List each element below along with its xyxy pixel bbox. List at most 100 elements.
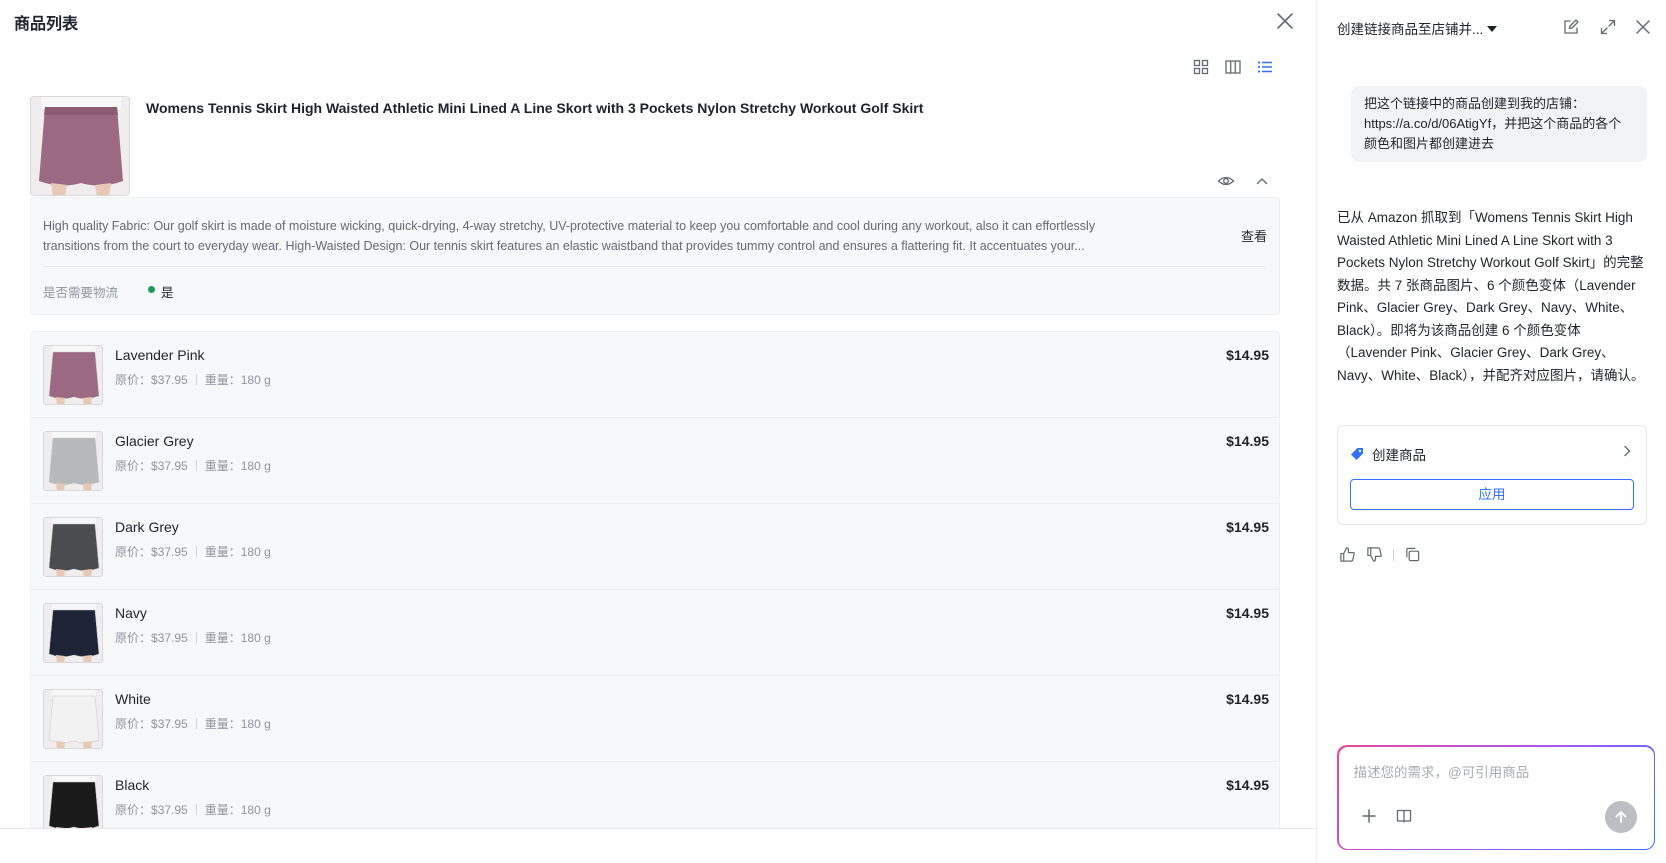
list-view-icon[interactable] bbox=[1256, 58, 1274, 76]
plus-icon[interactable] bbox=[1360, 807, 1378, 825]
send-button[interactable] bbox=[1604, 800, 1637, 833]
assistant-panel: 创建链接商品至店铺并... 把这个链接中的商品创建到我的店铺：https://a… bbox=[1316, 0, 1666, 863]
message-composer bbox=[1337, 745, 1655, 850]
create-product-header[interactable]: 创建商品 bbox=[1350, 444, 1426, 464]
eye-icon[interactable] bbox=[1217, 172, 1235, 190]
variant-image[interactable] bbox=[43, 517, 103, 577]
weight-value: 180 g bbox=[240, 631, 271, 645]
view-description-button[interactable]: 查看 bbox=[1241, 226, 1267, 245]
variant-meta: 原价：$37.95 重量：180 g bbox=[115, 629, 271, 646]
chevron-up-icon[interactable] bbox=[1253, 172, 1271, 190]
variant-price: $14.95 bbox=[1226, 605, 1269, 621]
variant-meta: 原价：$37.95 重量：180 g bbox=[115, 543, 271, 560]
product-list-panel: 商品列表 Womens Tennis Skirt High Waisted At… bbox=[0, 0, 1316, 863]
variant-row[interactable]: Lavender Pink 原价：$37.95 重量：180 g $14.95 bbox=[31, 332, 1279, 418]
skirt-image bbox=[44, 690, 102, 748]
variant-meta: 原价：$37.95 重量：180 g bbox=[115, 715, 271, 732]
copy-icon[interactable] bbox=[1404, 546, 1421, 563]
book-icon[interactable] bbox=[1395, 807, 1413, 825]
divider bbox=[195, 804, 197, 815]
variant-image[interactable] bbox=[43, 603, 103, 663]
variant-row[interactable]: Black 原价：$37.95 重量：180 g $14.95 bbox=[31, 762, 1279, 830]
original-price: $37.95 bbox=[151, 545, 188, 559]
page-title: 商品列表 bbox=[14, 16, 79, 33]
edit-icon[interactable] bbox=[1562, 18, 1580, 36]
skirt-image bbox=[44, 776, 102, 830]
variant-image[interactable] bbox=[43, 689, 103, 749]
feedback-bar bbox=[1339, 546, 1421, 563]
original-price: $37.95 bbox=[151, 717, 188, 731]
expand-icon[interactable] bbox=[1599, 18, 1617, 36]
product-description-box: High quality Fabric: Our golf skirt is m… bbox=[30, 197, 1280, 315]
variant-meta: 原价：$37.95 重量：180 g bbox=[115, 801, 271, 818]
conversation-title: 创建链接商品至店铺并... bbox=[1337, 22, 1484, 37]
variant-image[interactable] bbox=[43, 345, 103, 405]
skirt-image bbox=[44, 518, 102, 576]
variant-row[interactable]: Navy 原价：$37.95 重量：180 g $14.95 bbox=[31, 590, 1279, 676]
message-input[interactable] bbox=[1353, 764, 1634, 780]
weight-label: 重量： bbox=[204, 545, 241, 559]
variant-name: Black bbox=[115, 777, 150, 793]
product-description: High quality Fabric: Our golf skirt is m… bbox=[43, 219, 1096, 253]
original-price-label: 原价： bbox=[115, 803, 152, 817]
variant-name: Glacier Grey bbox=[115, 433, 194, 449]
grid-view-icon[interactable] bbox=[1192, 58, 1210, 76]
thumbs-down-icon[interactable] bbox=[1366, 546, 1383, 563]
skirt-image bbox=[44, 432, 102, 490]
divider bbox=[195, 718, 197, 729]
close-icon[interactable] bbox=[1274, 10, 1296, 32]
divider bbox=[1393, 548, 1394, 561]
skirt-image bbox=[44, 604, 102, 662]
shipping-value: 是 bbox=[161, 286, 174, 300]
variant-name: Navy bbox=[115, 605, 147, 621]
original-price: $37.95 bbox=[151, 803, 188, 817]
divider bbox=[195, 632, 197, 643]
variant-price: $14.95 bbox=[1226, 433, 1269, 449]
close-panel-icon[interactable] bbox=[1634, 18, 1652, 36]
variant-row[interactable]: White 原价：$37.95 重量：180 g $14.95 bbox=[31, 676, 1279, 762]
weight-label: 重量： bbox=[204, 803, 241, 817]
chevron-right-icon[interactable] bbox=[1620, 444, 1634, 458]
apply-button[interactable]: 应用 bbox=[1350, 479, 1634, 510]
column-view-icon[interactable] bbox=[1224, 58, 1242, 76]
arrow-up-icon bbox=[1615, 810, 1626, 823]
original-price: $37.95 bbox=[151, 373, 188, 387]
weight-label: 重量： bbox=[204, 717, 241, 731]
tag-icon bbox=[1351, 448, 1363, 460]
create-product-title: 创建商品 bbox=[1372, 448, 1426, 463]
variant-name: White bbox=[115, 691, 151, 707]
conversation-title-dropdown[interactable]: 创建链接商品至店铺并... bbox=[1337, 18, 1498, 38]
variant-image[interactable] bbox=[43, 775, 103, 830]
variant-price: $14.95 bbox=[1226, 519, 1269, 535]
product-image[interactable] bbox=[30, 96, 130, 196]
product-title: Womens Tennis Skirt High Waisted Athleti… bbox=[146, 100, 924, 116]
divider bbox=[43, 266, 1267, 267]
variant-price: $14.95 bbox=[1226, 691, 1269, 707]
original-price: $37.95 bbox=[151, 631, 188, 645]
weight-value: 180 g bbox=[240, 459, 271, 473]
divider bbox=[195, 460, 197, 471]
variant-meta: 原价：$37.95 重量：180 g bbox=[115, 371, 271, 388]
skirt-image bbox=[31, 97, 129, 195]
shipping-label: 是否需要物流 bbox=[43, 286, 119, 300]
variant-image[interactable] bbox=[43, 431, 103, 491]
bottom-bar bbox=[0, 828, 1316, 863]
weight-label: 重量： bbox=[204, 631, 241, 645]
original-price-label: 原价： bbox=[115, 373, 152, 387]
original-price-label: 原价： bbox=[115, 631, 152, 645]
skirt-image bbox=[44, 346, 102, 404]
weight-value: 180 g bbox=[240, 545, 271, 559]
thumbs-up-icon[interactable] bbox=[1339, 546, 1356, 563]
weight-value: 180 g bbox=[240, 373, 271, 387]
divider bbox=[195, 374, 197, 385]
status-dot bbox=[148, 286, 155, 293]
weight-label: 重量： bbox=[204, 459, 241, 473]
variant-row[interactable]: Dark Grey 原价：$37.95 重量：180 g $14.95 bbox=[31, 504, 1279, 590]
variant-row[interactable]: Glacier Grey 原价：$37.95 重量：180 g $14.95 bbox=[31, 418, 1279, 504]
variant-price: $14.95 bbox=[1226, 777, 1269, 793]
weight-label: 重量： bbox=[204, 373, 241, 387]
variant-name: Dark Grey bbox=[115, 519, 179, 535]
caret-down-icon bbox=[1487, 26, 1498, 32]
variant-name: Lavender Pink bbox=[115, 347, 205, 363]
assistant-message: 已从 Amazon 抓取到「Womens Tennis Skirt High W… bbox=[1337, 210, 1645, 383]
